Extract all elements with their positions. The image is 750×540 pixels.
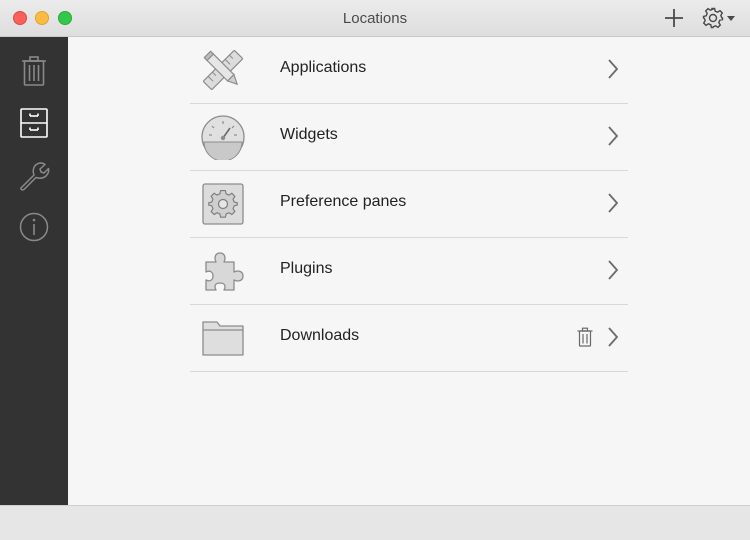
add-location-button[interactable] (660, 4, 688, 32)
location-label: Applications (280, 59, 367, 76)
preference-pane-icon (200, 181, 246, 227)
downloads-folder-icon (200, 315, 246, 361)
cabinet-icon (20, 108, 48, 138)
location-row-applications[interactable]: Applications (190, 37, 628, 104)
chevron-right-icon[interactable] (606, 191, 620, 215)
location-label: Downloads (280, 327, 360, 344)
sidebar (0, 37, 68, 505)
chevron-right-icon[interactable] (606, 124, 620, 148)
sidebar-item-tools[interactable] (14, 155, 54, 195)
plugins-puzzle-icon (200, 248, 246, 294)
plus-icon (665, 9, 683, 27)
location-row-preference-panes[interactable]: Preference panes (190, 171, 628, 238)
sidebar-item-cabinet[interactable] (14, 103, 54, 143)
widgets-dashboard-icon (200, 114, 246, 160)
bottom-bar (0, 505, 750, 540)
sidebar-item-info[interactable] (14, 207, 54, 247)
trash-icon (577, 327, 593, 347)
trash-icon (22, 56, 46, 86)
app-window: Locations Applications Widgets Preferenc… (0, 0, 750, 540)
settings-menu-button[interactable] (700, 4, 740, 32)
window-title: Locations (342, 10, 408, 27)
gear-dropdown-icon (702, 7, 735, 29)
location-row-plugins[interactable]: Plugins (190, 238, 628, 305)
sidebar-item-trash[interactable] (14, 51, 54, 91)
wrench-icon (20, 162, 50, 191)
location-label: Widgets (280, 126, 338, 143)
info-icon (19, 212, 49, 242)
applications-icon (200, 47, 246, 93)
location-row-downloads[interactable]: Downloads (190, 305, 628, 372)
chevron-right-icon[interactable] (606, 325, 620, 349)
chevron-right-icon[interactable] (606, 258, 620, 282)
location-label: Plugins (280, 260, 333, 277)
locations-list: Applications Widgets Preference panes Pl… (190, 37, 628, 372)
title-bar: Locations (0, 0, 750, 37)
chevron-right-icon[interactable] (606, 57, 620, 81)
location-label: Preference panes (280, 193, 407, 210)
locations-pane: Applications Widgets Preference panes Pl… (68, 37, 750, 505)
remove-location-button[interactable] (576, 326, 594, 348)
location-row-widgets[interactable]: Widgets (190, 104, 628, 171)
